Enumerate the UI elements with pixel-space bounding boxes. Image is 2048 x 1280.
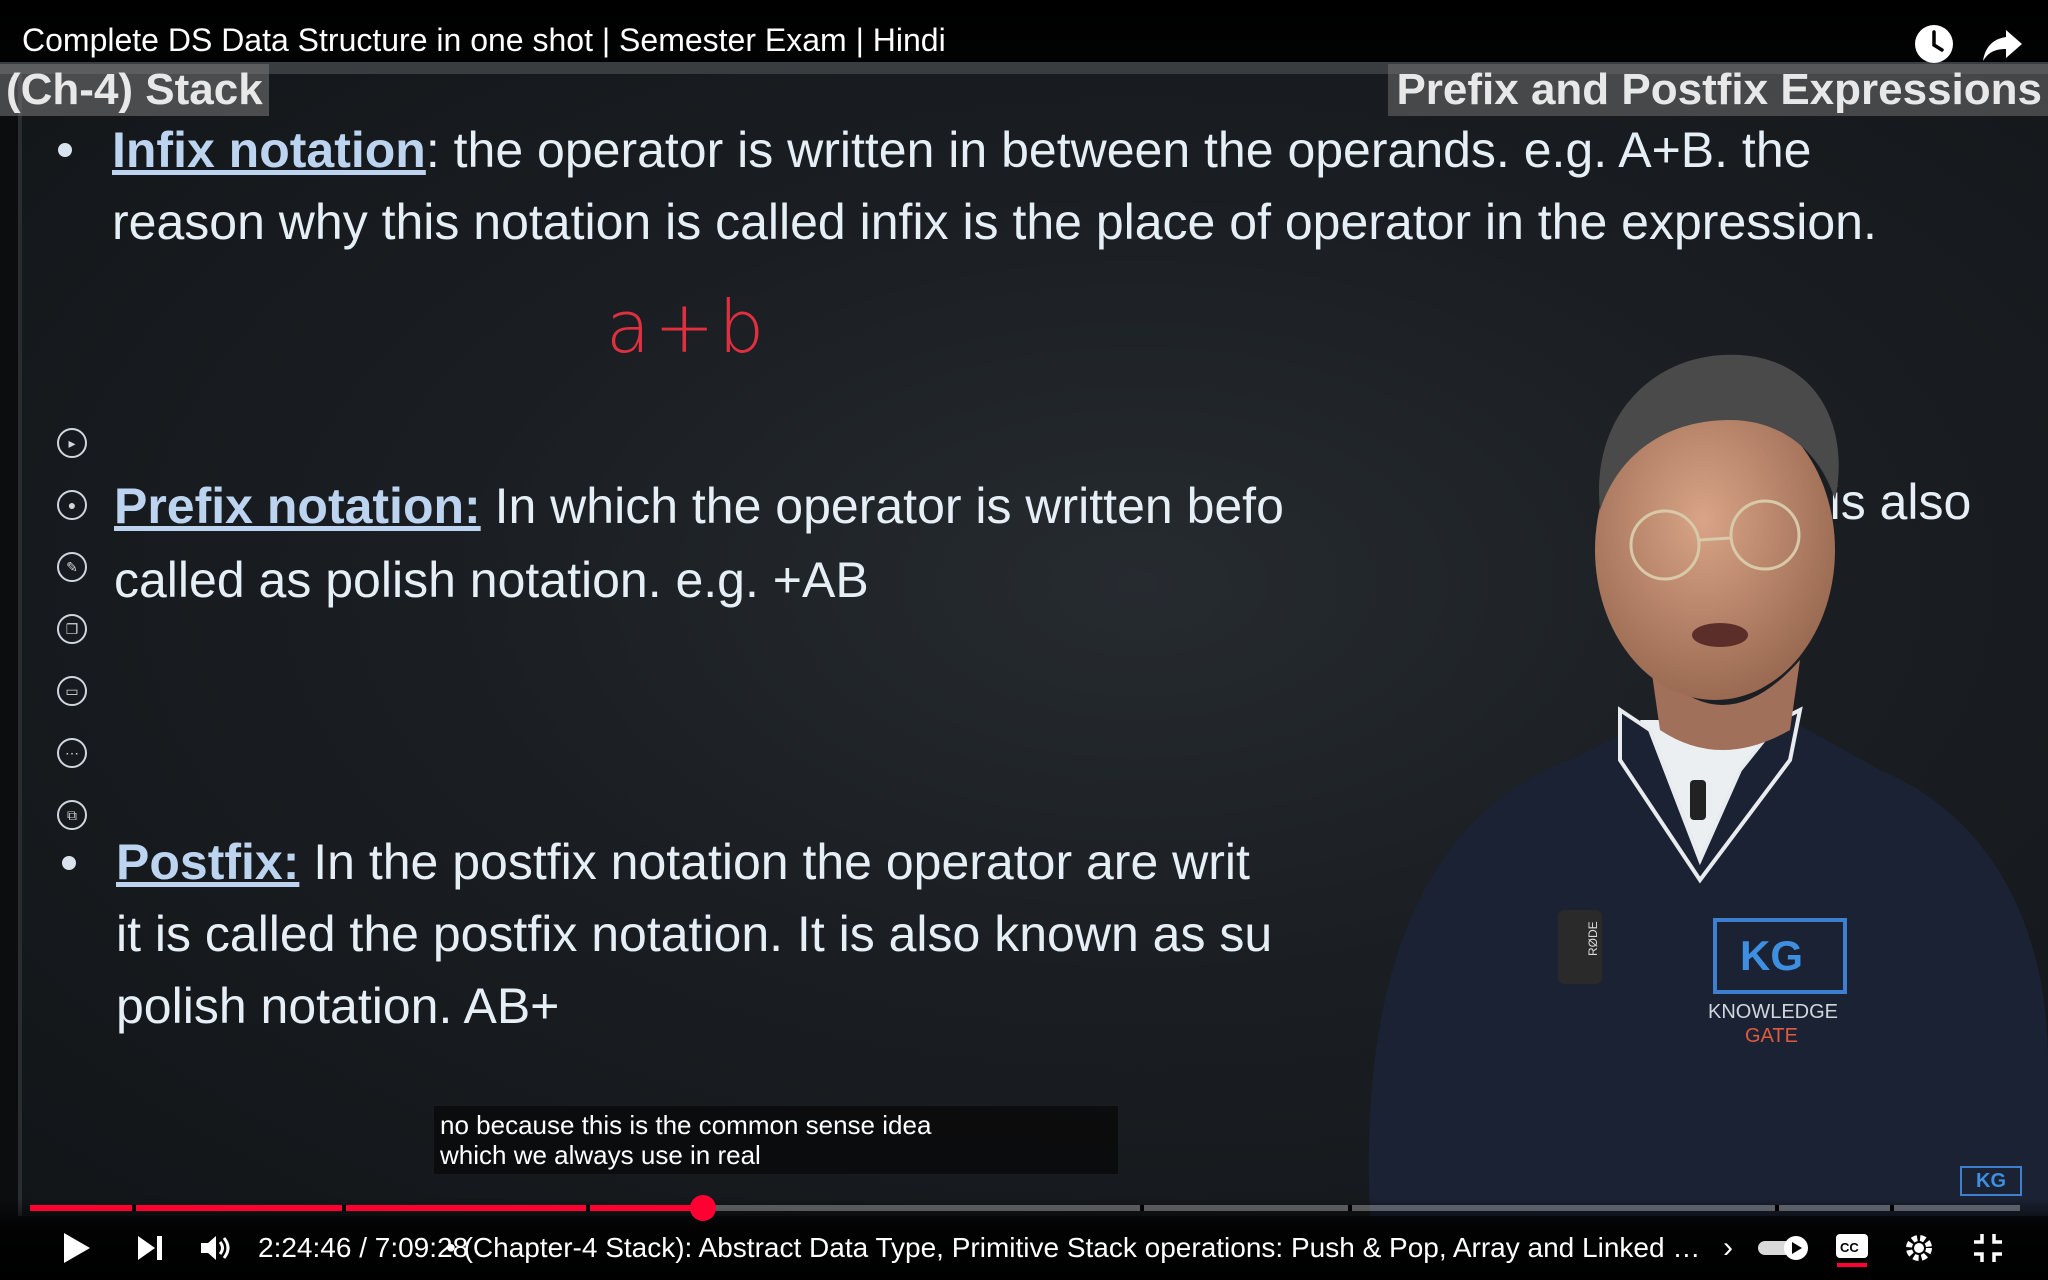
play-button[interactable]: [54, 1226, 98, 1270]
chevron-right-icon[interactable]: ›: [1716, 1226, 1740, 1270]
captions-icon: CC: [1836, 1234, 1868, 1267]
autoplay-toggle-icon: [1758, 1236, 1808, 1260]
captions-button[interactable]: CC: [1834, 1226, 1870, 1270]
infix-line-1: Infix notation: the operator is written …: [112, 114, 1811, 186]
record-tool-icon[interactable]: ●: [57, 490, 87, 520]
video-player[interactable]: Complete DS Data Structure in one shot |…: [0, 0, 2048, 1280]
chapter-marker: [586, 1205, 590, 1211]
shirt-logo-name2: GATE: [1745, 1025, 1798, 1047]
chapter-marker: [1775, 1205, 1779, 1211]
topic-label: Prefix and Postfix Expressions: [1388, 64, 2048, 116]
progress-bar[interactable]: [30, 1195, 2020, 1221]
play-icon: [64, 1233, 90, 1263]
postfix-line-2: it is called the postfix notation. It is…: [116, 906, 1273, 962]
prefix-definition: In which the operator is written befo: [480, 478, 1284, 534]
channel-watermark-logo[interactable]: KG: [1960, 1166, 2022, 1196]
progress-scrubber[interactable]: [689, 1195, 716, 1221]
exit-fullscreen-button[interactable]: [1968, 1226, 2008, 1270]
chapter-marker: [1348, 1205, 1352, 1211]
shirt-logo-top: KG: [1740, 932, 1803, 979]
chapter-title[interactable]: • (Chapter-4 Stack): Abstract Data Type,…: [446, 1232, 1706, 1264]
caption-line-1: no because this is the common sense idea: [440, 1110, 932, 1140]
play-tool-icon[interactable]: ▸: [57, 428, 87, 458]
chapter-marker: [132, 1205, 136, 1211]
postfix-line-1: Postfix: In the postfix notation the ope…: [116, 826, 1250, 898]
chapter-marker: [1890, 1205, 1894, 1211]
gear-icon: [1906, 1235, 1932, 1261]
settings-button[interactable]: [1900, 1226, 1938, 1270]
infix-term: Infix notation: [112, 122, 426, 178]
pen-tool-icon[interactable]: ✎: [57, 552, 87, 582]
next-button[interactable]: [130, 1226, 170, 1270]
chapter-label: (Ch-4) Stack: [0, 64, 269, 116]
prefix-term: Prefix notation:: [114, 478, 481, 534]
share-arrow-icon[interactable]: [1980, 22, 2024, 66]
prefix-line-1: Prefix notation: In which the operator i…: [114, 470, 1284, 542]
postfix-line-3: polish notation. AB+: [116, 978, 560, 1034]
bullet-dot: [58, 143, 72, 157]
chapter-marker: [342, 1205, 346, 1211]
video-title[interactable]: Complete DS Data Structure in one shot |…: [22, 22, 946, 59]
autoplay-toggle[interactable]: [1756, 1226, 1812, 1270]
time-display: 2:24:46 / 7:09:28: [258, 1232, 469, 1263]
infix-definition: : the operator is written in between the…: [425, 122, 1812, 178]
bullet-dot: [62, 856, 76, 870]
caption-box: no because this is the common sense idea…: [434, 1106, 1118, 1174]
copy-tool-icon[interactable]: ❐: [57, 614, 87, 644]
postfix-definition: In the postfix notation the operator are…: [299, 834, 1250, 890]
volume-button[interactable]: [196, 1226, 236, 1270]
infix-line-2: reason why this notation is called infix…: [112, 194, 1877, 250]
handwritten-annotation: a+b: [606, 285, 769, 369]
postfix-term: Postfix:: [116, 834, 300, 890]
skip-next-icon: [138, 1236, 162, 1260]
shirt-logo-name: KNOWLEDGE: [1708, 1001, 1838, 1023]
volume-icon: [201, 1236, 230, 1260]
screen-tool-icon[interactable]: ▭: [57, 676, 87, 706]
presenter-image: RØDE KG KNOWLEDGE GATE: [1368, 354, 2048, 1216]
svg-text:CC: CC: [1840, 1240, 1859, 1255]
prefix-line-2: called as polish notation. e.g. +AB: [114, 552, 869, 608]
more-tool-icon[interactable]: ⋯: [57, 738, 87, 768]
progress-played: [30, 1205, 703, 1211]
mic-brand-text: RØDE: [1586, 921, 1600, 956]
caption-line-2: which we always use in real: [440, 1140, 761, 1170]
clock-icon[interactable]: [1912, 22, 1956, 66]
exit-fullscreen-icon: [1974, 1234, 2002, 1262]
display-tool-icon[interactable]: ⧉: [57, 800, 87, 830]
chapter-marker: [1140, 1205, 1144, 1211]
